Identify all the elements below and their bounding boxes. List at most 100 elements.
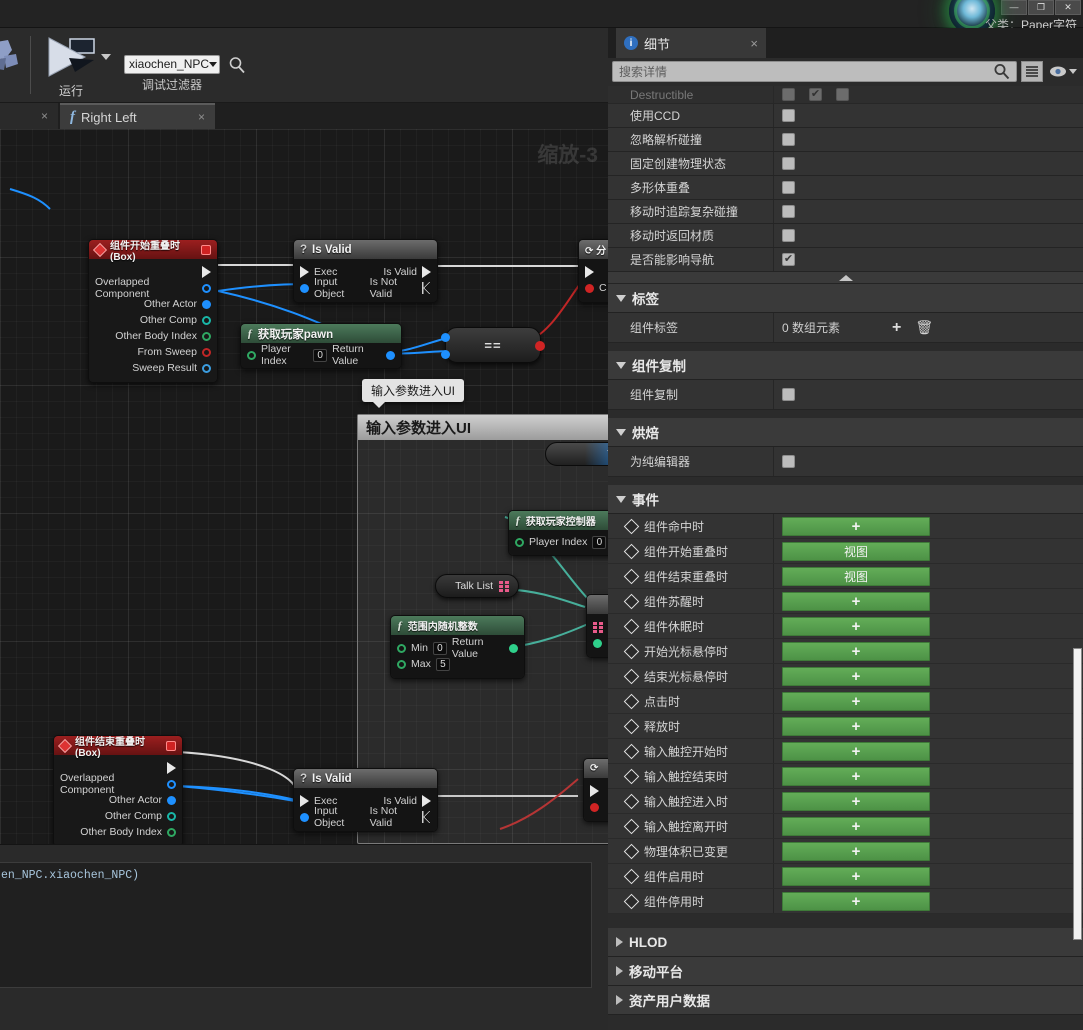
exec-pin-icon[interactable]	[590, 785, 599, 797]
event-action-cell[interactable]: +	[773, 664, 1083, 688]
checkbox[interactable]	[782, 133, 795, 146]
property-value[interactable]	[773, 86, 1083, 103]
int-pin-icon[interactable]	[515, 537, 524, 547]
event-row[interactable]: 组件苏醒时 +	[608, 589, 1083, 614]
play-options-chevron-down-icon[interactable]	[101, 54, 111, 60]
pin-row[interactable]: Sweep Result	[89, 360, 217, 376]
details-scrollbar[interactable]	[1073, 648, 1082, 940]
section-tags[interactable]: 标签	[608, 284, 1083, 313]
view-event-button[interactable]: 视图	[782, 566, 930, 586]
table-row[interactable]: 固定创建物理状态	[608, 152, 1083, 176]
int-pin-icon[interactable]	[202, 331, 211, 341]
object-pin-icon[interactable]	[386, 350, 395, 360]
checkbox[interactable]	[782, 181, 795, 194]
min-input[interactable]: 0	[432, 641, 447, 655]
event-row[interactable]: 输入触控进入时 +	[608, 789, 1083, 814]
event-action-cell[interactable]: 视图	[773, 564, 1083, 588]
table-row[interactable]: 是否能影响导航	[608, 248, 1083, 272]
bool-pin-icon[interactable]	[202, 347, 211, 357]
event-row[interactable]: 输入触控开始时 +	[608, 739, 1083, 764]
int-pin-icon[interactable]	[509, 643, 518, 653]
bool-pin-icon[interactable]	[590, 802, 599, 812]
exec-pin-icon[interactable]	[167, 762, 176, 774]
section-events[interactable]: 事件	[608, 485, 1083, 514]
int-pin-icon[interactable]	[397, 643, 406, 653]
checkbox[interactable]	[782, 109, 795, 122]
property-value[interactable]	[773, 248, 1083, 271]
node-begin-overlap[interactable]: 组件开始重叠时 (Box) Overlapped Component Other…	[88, 239, 218, 383]
checkbox[interactable]	[782, 388, 795, 401]
property-value[interactable]	[773, 176, 1083, 199]
table-row[interactable]: 使用CCD	[608, 104, 1083, 128]
node-talk-list[interactable]: Talk List	[435, 574, 519, 598]
event-row[interactable]: 结束光标悬停时 +	[608, 664, 1083, 689]
add-event-button[interactable]: +	[782, 866, 930, 886]
exec-pin-icon[interactable]	[202, 266, 211, 278]
grid-view-icon[interactable]	[1021, 60, 1043, 82]
event-row[interactable]: 输入触控离开时 +	[608, 814, 1083, 839]
property-value[interactable]	[773, 128, 1083, 151]
checkbox[interactable]	[782, 157, 795, 170]
object-pin-icon[interactable]	[167, 795, 176, 805]
event-action-cell[interactable]: +	[773, 839, 1083, 863]
pin-row[interactable]: Other Body Index	[89, 328, 217, 344]
event-row[interactable]: 组件命中时 +	[608, 514, 1083, 539]
object-pin-icon[interactable]	[300, 283, 309, 293]
object-pin-icon[interactable]	[202, 299, 211, 309]
object-pin-icon[interactable]	[441, 350, 450, 359]
exec-pin-icon[interactable]	[422, 266, 431, 278]
checkbox[interactable]	[836, 88, 849, 101]
add-event-button[interactable]: +	[782, 616, 930, 636]
collapse-advanced-button[interactable]	[608, 272, 1083, 284]
search-icon[interactable]	[228, 56, 246, 74]
checkbox[interactable]	[782, 205, 795, 218]
add-event-button[interactable]: +	[782, 841, 930, 861]
pin-row[interactable]: C	[579, 280, 608, 296]
event-row[interactable]: 释放时 +	[608, 714, 1083, 739]
add-event-button[interactable]: +	[782, 816, 930, 836]
checkbox[interactable]	[782, 253, 795, 266]
object-pin-icon[interactable]	[167, 811, 176, 821]
pin-row[interactable]: Min 0 Return Value	[391, 636, 524, 660]
plus-icon[interactable]: +	[892, 319, 901, 337]
property-value[interactable]	[773, 104, 1083, 127]
node-get-player-pawn[interactable]: ƒ 获取玩家pawn Player Index 0 Return Value	[240, 323, 402, 369]
property-value[interactable]	[773, 200, 1083, 223]
tab-inactive[interactable]: ×	[0, 103, 58, 129]
event-row[interactable]: 点击时 +	[608, 689, 1083, 714]
pin-row[interactable]: From Sweep	[89, 344, 217, 360]
add-event-button[interactable]: +	[782, 741, 930, 761]
add-event-button[interactable]: +	[782, 666, 930, 686]
event-row[interactable]: 组件休眠时 +	[608, 614, 1083, 639]
section-component-replication[interactable]: 组件复制	[608, 351, 1083, 380]
node-end-overlap[interactable]: 组件结束重叠时 (Box) Overlapped Component Other…	[53, 735, 183, 844]
window-controls[interactable]: — ❐ ✕	[1001, 0, 1081, 15]
exec-pin-icon[interactable]	[422, 282, 431, 294]
exec-pin-icon[interactable]	[585, 266, 594, 278]
pin-row[interactable]: Other Body Index	[54, 824, 182, 840]
table-row[interactable]: 多形体重叠	[608, 176, 1083, 200]
table-row[interactable]: 为纯编辑器	[608, 447, 1083, 477]
event-action-cell[interactable]: +	[773, 689, 1083, 713]
table-row[interactable]: Destructible	[608, 86, 1083, 104]
pin-row[interactable]: Player Index 0 Return Value	[241, 343, 401, 367]
node-equal[interactable]: ==	[441, 327, 545, 363]
event-row[interactable]: 开始光标悬停时 +	[608, 639, 1083, 664]
blueprint-graph-canvas[interactable]: 缩放-3 蓝图 组件开始重叠时 (Box)	[0, 129, 608, 844]
array-pin-icon[interactable]	[499, 580, 510, 592]
table-row[interactable]: 移动时追踪复杂碰撞	[608, 200, 1083, 224]
event-row[interactable]: 组件启用时 +	[608, 864, 1083, 889]
checkbox[interactable]	[809, 88, 822, 101]
pin-row[interactable]: Player Index 0	[509, 534, 608, 550]
event-action-cell[interactable]: +	[773, 714, 1083, 738]
event-action-cell[interactable]: +	[773, 739, 1083, 763]
table-row[interactable]: 移动时返回材质	[608, 224, 1083, 248]
tab-details[interactable]: i 细节 ×	[616, 28, 766, 58]
event-action-cell[interactable]: +	[773, 639, 1083, 663]
event-row[interactable]: 组件开始重叠时 视图	[608, 539, 1083, 564]
close-icon[interactable]: ×	[198, 110, 205, 124]
trash-icon[interactable]: 🗑	[915, 319, 933, 336]
int-pin-icon[interactable]	[397, 659, 406, 669]
search-icon[interactable]	[993, 63, 1010, 80]
node-random-integer-in-range[interactable]: ƒ 范围内随机整数 Min 0 Return Value Max 5	[390, 615, 525, 679]
